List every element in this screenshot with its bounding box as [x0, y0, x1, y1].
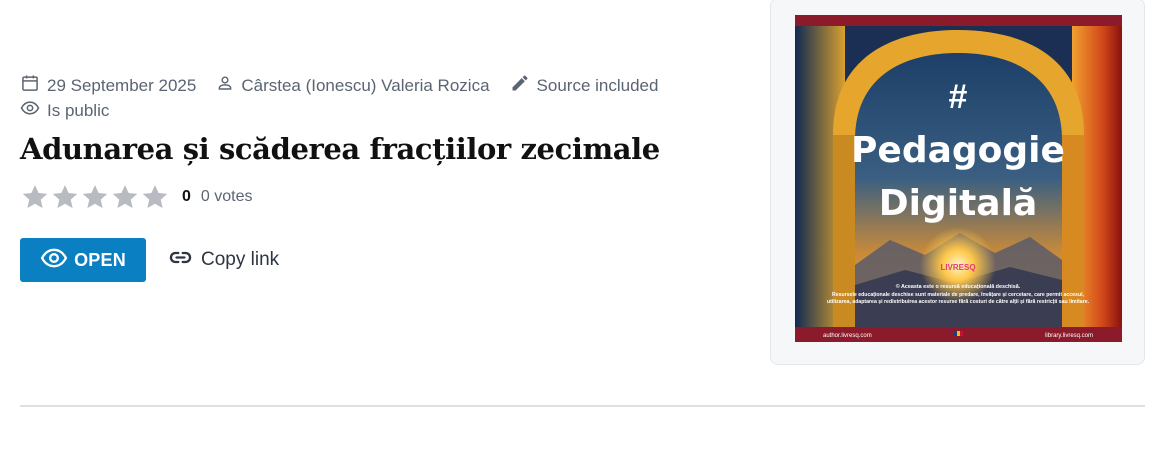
eye-icon	[20, 98, 47, 123]
link-icon	[167, 244, 201, 277]
star-icon[interactable]	[110, 182, 140, 212]
votes-count: 0 votes	[200, 188, 253, 205]
meta-source-text: Source included	[536, 75, 659, 95]
star-icon[interactable]	[50, 182, 80, 212]
meta-author-text: Cârstea (Ionescu) Valeria Rozica	[241, 75, 490, 95]
cover-title-line2: Digitală	[879, 183, 1037, 224]
star-icon[interactable]	[140, 182, 170, 212]
open-button[interactable]: OPEN	[20, 238, 146, 282]
rating-count: 0	[182, 188, 191, 205]
star-icon[interactable]	[20, 182, 50, 212]
meta-author: Cârstea (Ionescu) Valeria Rozica	[216, 74, 490, 97]
meta-visibility-text: Is public	[47, 100, 110, 120]
calendar-icon	[20, 73, 47, 98]
cover-brand: LIVRESQ	[940, 263, 975, 272]
flag-icon	[954, 331, 957, 336]
copy-link-button[interactable]: Copy link	[167, 238, 279, 282]
cover-image[interactable]: # Pedagogie Digitală LIVRESQ © Aceasta e…	[795, 15, 1122, 342]
person-icon	[216, 74, 241, 97]
open-button-label: OPEN	[74, 249, 126, 270]
cover-footer-right: library.livresq.com	[1045, 333, 1093, 339]
meta-source: Source included	[510, 73, 659, 98]
meta-date: 29 September 2025	[20, 73, 196, 98]
meta-visibility: Is public	[20, 98, 109, 123]
resource-meta: 29 September 2025 Cârstea (Ionescu) Vale…	[20, 73, 720, 123]
copy-link-label: Copy link	[201, 249, 280, 270]
resource-title: Adunarea și scăderea fracțiilor zecimale	[20, 132, 660, 166]
star-icon[interactable]	[80, 182, 110, 212]
cover-notice-3: utilizarea, adaptarea și redistribuirea …	[827, 299, 1090, 305]
cover-title-line1: Pedagogie	[851, 130, 1065, 171]
meta-date-text: 29 September 2025	[47, 75, 197, 95]
section-divider	[20, 405, 1145, 407]
cover-notice-2: Resursele educaționale deschise sunt mat…	[832, 292, 1085, 298]
eye-icon	[40, 244, 74, 277]
star-rating: 0 0 votes	[20, 182, 253, 212]
cover-hash: #	[949, 78, 968, 116]
pencil-icon	[510, 73, 537, 98]
cover-footer-left: author.livresq.com	[823, 333, 872, 339]
cover-notice-1: © Aceasta este o resursă educațională de…	[896, 283, 1021, 290]
